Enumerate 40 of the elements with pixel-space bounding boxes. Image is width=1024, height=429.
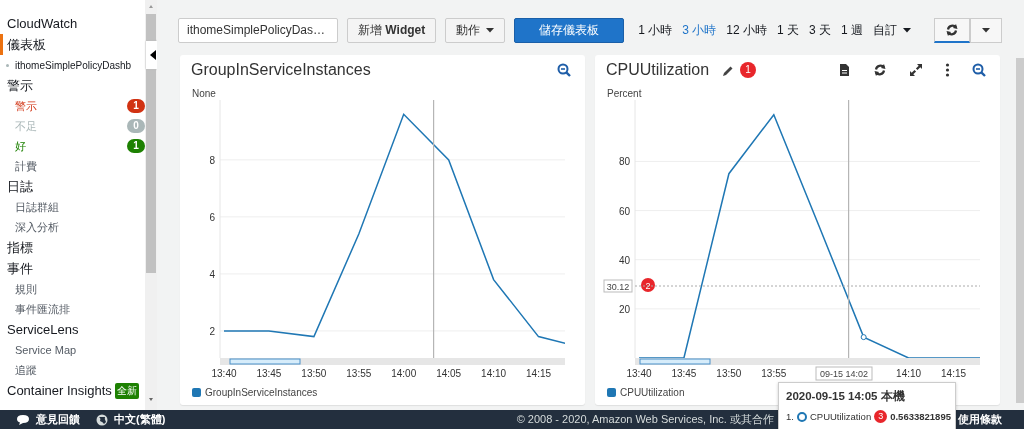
y-value-readout: 30.12	[603, 279, 633, 293]
copyright-text: © 2008 - 2020, Amazon Web Services, Inc. 或其合作	[516, 412, 774, 427]
axis-tick-label: 13:40	[626, 368, 652, 379]
widget-title: CPUUtilization	[606, 61, 710, 79]
axis-tick-label: 4	[209, 268, 215, 280]
axis-tick-label: 13:45	[671, 368, 697, 379]
axis-tick-label: 6	[209, 211, 215, 223]
annotation-badge: 3	[874, 410, 888, 423]
tooltip-title: 2020-09-15 14:05 本機	[786, 389, 905, 404]
axis-label: Percent	[607, 88, 642, 99]
axis-tick-label: 14:15	[941, 368, 967, 379]
axis-tick-label: 13:50	[301, 368, 327, 379]
axis-tick-label: 13:45	[256, 368, 282, 379]
axis-tick-label: 40	[618, 254, 630, 266]
new-tag: 全新	[114, 382, 139, 399]
annotation-badge: 1	[740, 62, 757, 78]
row-index: 1.	[786, 411, 794, 422]
axis-tick-label: 14:05	[436, 368, 462, 379]
series-name: CPUUtilization	[809, 411, 872, 422]
widget-title: GroupInServiceInstances	[191, 61, 371, 79]
axis-tick-label: 14:00	[391, 368, 417, 379]
axis-label: None	[192, 88, 216, 99]
axis-tick-label: 13:50	[716, 368, 742, 379]
annotation-badge: 2	[641, 278, 655, 292]
axis-tick-label: 8	[209, 154, 215, 166]
axis-tick-label: 2	[209, 325, 215, 337]
axis-tick-label: 13:55	[346, 368, 372, 379]
axis-tick-label: 20	[618, 303, 630, 315]
count-badge: 1	[127, 99, 145, 113]
axis-tick-label: 13:40	[211, 368, 237, 379]
series-value: 0.5633821895	[890, 411, 951, 422]
count-badge: 0	[127, 119, 145, 133]
axis-tick-label: 14:10	[481, 368, 507, 379]
count-badge: 1	[127, 139, 145, 153]
axis-tick-label: 14:10	[896, 368, 922, 379]
axis-tick-label: 13:55	[761, 368, 787, 379]
axis-tick-label: 14:15	[526, 368, 552, 379]
axis-tick-label: 80	[618, 156, 630, 168]
axis-tick-label: 60	[618, 205, 630, 217]
x-value-readout: 09-15 14:02	[815, 366, 873, 381]
